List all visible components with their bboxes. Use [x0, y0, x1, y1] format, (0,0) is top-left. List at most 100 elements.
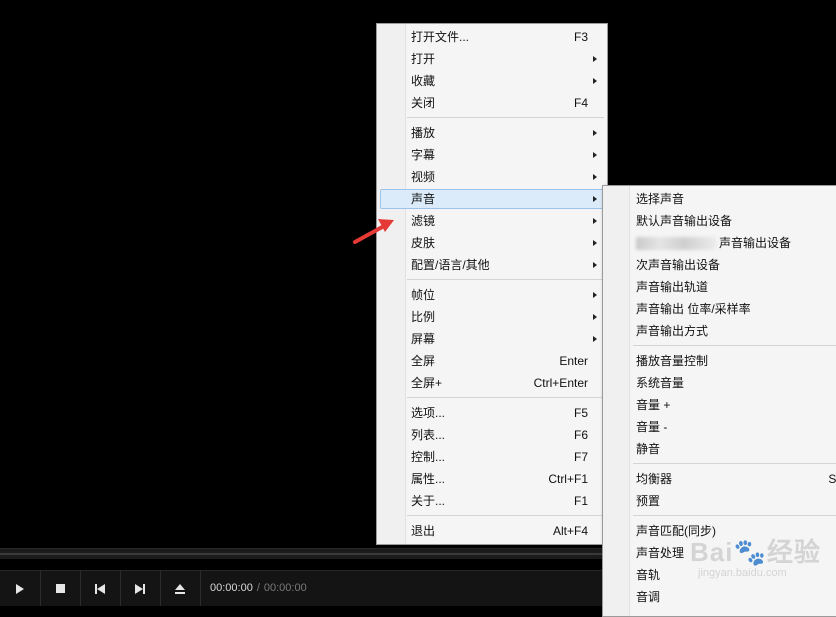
previous-button[interactable] [80, 571, 121, 606]
menu-item[interactable]: 控制... F7 [377, 446, 607, 468]
menu-item[interactable]: 选择声音 [603, 188, 836, 210]
menu-item-label: 字幕 [411, 144, 435, 166]
menu-item-text: 选择声音 [636, 192, 685, 206]
menu-item[interactable]: 声音 [377, 188, 607, 210]
menu-item-label: 声音输出方式 [636, 320, 708, 342]
menu-item-text: 播放音量控制 [636, 354, 709, 368]
menu-item-label: 打开 [411, 48, 435, 70]
menu-item-text: 声音输出方式 [636, 324, 709, 338]
menu-item-text: 声音输出轨道 [636, 280, 709, 294]
menu-item[interactable]: 次声音输出设备 [603, 254, 836, 276]
menu-item[interactable]: 播放 [377, 122, 607, 144]
menu-item-text: 关于... [411, 494, 446, 508]
menu-item[interactable]: 比例 [377, 306, 607, 328]
menu-item-text: 帧位 [411, 288, 436, 302]
menu-item-label: 全屏+ [411, 372, 442, 394]
play-button[interactable] [0, 571, 41, 606]
menu-item-label: 次声音输出设备 [636, 254, 720, 276]
red-arrow-annotation [353, 219, 394, 244]
menu-item-text: 配置/语言/其他 [411, 258, 490, 272]
menu-item-label: 列表... [411, 424, 445, 446]
menu-item[interactable]: 配置/语言/其他 [377, 254, 607, 276]
menu-item[interactable]: 字幕 [377, 144, 607, 166]
play-icon [16, 583, 24, 594]
menu-item[interactable]: 播放音量控制 [603, 350, 836, 372]
menu-item[interactable]: 声音输出轨道 [603, 276, 836, 298]
menu-item-text: 声音输出设备 [719, 236, 792, 250]
submenu-arrow-icon [593, 292, 597, 298]
menu-item-text: 声音输出 位率/采样率 [636, 302, 751, 316]
menu-item-label: 播放 [411, 122, 435, 144]
menu-item[interactable]: 皮肤 [377, 232, 607, 254]
menu-item[interactable]: 声音处理 [603, 542, 836, 564]
menu-separator [603, 512, 836, 520]
menu-item[interactable]: 全屏+ Ctrl+Enter [377, 372, 607, 394]
redacted-device-name [636, 237, 716, 251]
submenu-arrow-icon [593, 78, 597, 84]
menu-item-label: 声音输出轨道 [636, 276, 708, 298]
menu-item-label: 选项... [411, 402, 445, 424]
menu-item-label: 滤镜 [411, 210, 435, 232]
menu-item-text: 系统音量 [636, 376, 685, 390]
menu-item[interactable]: 音量 + [603, 394, 836, 416]
sound-submenu: 选择声音默认声音输出设备声音输出设备次声音输出设备声音输出轨道声音输出 位率/采… [602, 185, 836, 617]
menu-item-text: 音调 [636, 590, 661, 604]
menu-item[interactable]: 帧位 [377, 284, 607, 306]
menu-separator [377, 114, 607, 122]
menu-item-label: 静音 [636, 438, 660, 460]
menu-item-text: 控制... [411, 450, 446, 464]
menu-item-label: 默认声音输出设备 [636, 210, 732, 232]
menu-separator [377, 394, 607, 402]
menu-item-text: 列表... [411, 428, 446, 442]
menu-item-text: 播放 [411, 126, 436, 140]
menu-item-shortcut: Ctrl+F1 [548, 472, 588, 486]
menu-item-label: 预置 [636, 490, 660, 512]
menu-item[interactable]: 声音输出 位率/采样率 [603, 298, 836, 320]
menu-item[interactable]: 全屏 Enter [377, 350, 607, 372]
stop-button[interactable] [40, 571, 81, 606]
menu-item[interactable]: 均衡器 Sh [603, 468, 836, 490]
previous-icon [95, 583, 105, 594]
menu-item-shortcut: F6 [573, 428, 588, 442]
menu-item[interactable]: 收藏 [377, 70, 607, 92]
menu-item[interactable]: 关于... F1 [377, 490, 607, 512]
menu-item-label: 帧位 [411, 284, 435, 306]
menu-item[interactable]: 音量 - [603, 416, 836, 438]
menu-item-label: 音量 - [636, 416, 667, 438]
menu-item-text: 音量 + [636, 398, 671, 412]
menu-item[interactable]: 关闭 F4 [377, 92, 607, 114]
menu-item[interactable]: 退出 Alt+F4 [377, 520, 607, 542]
menu-item[interactable]: 声音匹配(同步) [603, 520, 836, 542]
menu-item-label: 收藏 [411, 70, 435, 92]
menu-item[interactable]: 系统音量 [603, 372, 836, 394]
menu-item[interactable]: 屏幕 [377, 328, 607, 350]
menu-item[interactable]: 音轨 [603, 564, 836, 586]
time-display: 00:00:00/00:00:00 [210, 582, 307, 594]
menu-item-label: 配置/语言/其他 [411, 254, 490, 276]
menu-item-text: 视频 [411, 170, 436, 184]
menu-item[interactable]: 静音 [603, 438, 836, 460]
menu-item[interactable]: 打开文件... F3 [377, 26, 607, 48]
menu-item[interactable]: 打开 [377, 48, 607, 70]
next-button[interactable] [120, 571, 161, 606]
menu-item[interactable]: 滤镜 [377, 210, 607, 232]
menu-item-label: 关闭 [411, 92, 435, 114]
menu-item-label: 音轨 [636, 564, 660, 586]
menu-item[interactable]: 视频 [377, 166, 607, 188]
menu-item-text: 声音匹配(同步) [636, 524, 716, 538]
menu-item-text: 全屏 [411, 354, 436, 368]
menu-item-text: 属性... [411, 472, 446, 486]
menu-item[interactable]: 声音输出方式 [603, 320, 836, 342]
menu-item[interactable]: 列表... F6 [377, 424, 607, 446]
menu-item[interactable]: 声音输出设备 [603, 232, 836, 254]
menu-item-label: 全屏 [411, 350, 435, 372]
menu-item[interactable]: 属性... Ctrl+F1 [377, 468, 607, 490]
menu-item-label: 皮肤 [411, 232, 435, 254]
eject-button[interactable] [160, 571, 201, 606]
menu-item[interactable]: 选项... F5 [377, 402, 607, 424]
menu-item[interactable]: 预置 [603, 490, 836, 512]
menu-item-label: 控制... [411, 446, 445, 468]
menu-separator [603, 460, 836, 468]
menu-item-label: 声音匹配(同步) [636, 520, 716, 542]
menu-item[interactable]: 默认声音输出设备 [603, 210, 836, 232]
